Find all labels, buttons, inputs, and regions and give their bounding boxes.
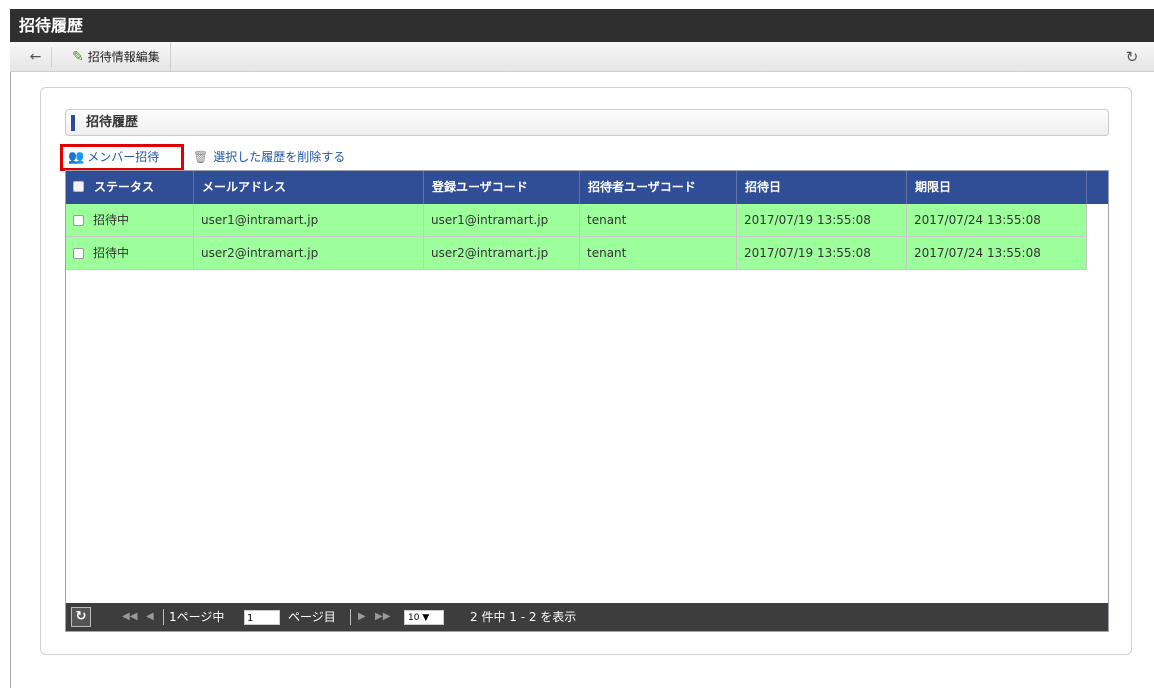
user-add-icon: 👥 <box>68 150 85 165</box>
left-border <box>10 72 11 688</box>
pager: ↻ ◀◀ ◀ 1ページ中 1 ページ目 ▶ ▶▶ 10 ▼ 2 件中 1 - 2… <box>66 603 1108 631</box>
delete-selected-label: 選択した履歴を削除する <box>213 150 346 164</box>
refresh-button[interactable]: ↻ <box>1124 47 1140 67</box>
trash-icon: 🗑 <box>193 150 209 164</box>
table-header: ステータス メールアドレス 登録ユーザコード 招待者ユーザコード 招待日 期限日 <box>66 171 1108 204</box>
first-page-icon[interactable]: ◀◀ <box>122 603 137 631</box>
invite-member-link[interactable]: 👥 メンバー招待 <box>60 144 184 171</box>
column-header-invited-date[interactable]: 招待日 <box>737 171 907 204</box>
row-checkbox[interactable] <box>73 215 84 226</box>
delete-selected-link[interactable]: 🗑 選択した履歴を削除する <box>193 144 345 171</box>
pager-divider <box>350 609 351 625</box>
cell-status: 招待中 <box>86 204 194 237</box>
cell-email: user1@intramart.jp <box>194 204 424 237</box>
cell-invited-date: 2017/07/19 13:55:08 <box>737 204 907 237</box>
arrow-left-icon: ← <box>29 49 42 65</box>
pager-refresh-button[interactable]: ↻ <box>71 607 91 627</box>
cell-status: 招待中 <box>86 237 194 270</box>
pager-divider <box>163 609 164 625</box>
section-header: 招待履歴 <box>65 109 1109 136</box>
pencil-icon: ✎ <box>72 49 84 65</box>
refresh-icon: ↻ <box>75 609 87 624</box>
row-checkbox[interactable] <box>73 248 84 259</box>
cell-expiry-date: 2017/07/24 13:55:08 <box>907 204 1087 237</box>
section-title: 招待履歴 <box>86 115 139 130</box>
column-header-status[interactable]: ステータス <box>86 171 194 204</box>
page-number-input[interactable]: 1 <box>244 610 280 625</box>
refresh-icon: ↻ <box>1125 48 1139 66</box>
cell-expiry-date: 2017/07/24 13:55:08 <box>907 237 1087 270</box>
cell-inviter: tenant <box>580 204 737 237</box>
invite-member-label: メンバー招待 <box>87 150 160 164</box>
table-row[interactable]: 招待中 user2@intramart.jp user2@intramart.j… <box>66 237 1087 270</box>
page-size-select[interactable]: 10 ▼ <box>404 610 444 625</box>
table-row[interactable]: 招待中 user1@intramart.jp user1@intramart.j… <box>66 204 1087 237</box>
select-all-checkbox[interactable] <box>73 181 84 192</box>
cell-invited-date: 2017/07/19 13:55:08 <box>737 237 907 270</box>
cell-email: user2@intramart.jp <box>194 237 424 270</box>
page-of-label: 1ページ中 <box>169 610 225 624</box>
column-header-user-code[interactable]: 登録ユーザコード <box>424 171 580 204</box>
column-header-email[interactable]: メールアドレス <box>194 171 424 204</box>
page-size-value: 10 <box>408 613 420 623</box>
edit-invite-button[interactable]: ✎ 招待情報編集 <box>66 42 171 72</box>
last-page-icon[interactable]: ▶▶ <box>375 603 390 631</box>
column-header-inviter[interactable]: 招待者ユーザコード <box>580 171 737 204</box>
prev-page-icon[interactable]: ◀ <box>146 603 154 631</box>
chevron-down-icon: ▼ <box>422 613 430 623</box>
section-accent-bar <box>71 115 75 131</box>
cell-user-code: user1@intramart.jp <box>424 204 580 237</box>
cell-user-code: user2@intramart.jp <box>424 237 580 270</box>
page-suffix-label: ページ目 <box>288 610 336 624</box>
invite-history-table: ステータス メールアドレス 登録ユーザコード 招待者ユーザコード 招待日 期限日… <box>65 170 1109 632</box>
back-button[interactable]: ← <box>20 47 52 67</box>
edit-invite-label: 招待情報編集 <box>87 50 160 64</box>
toolbar: ← ✎ 招待情報編集 ↻ <box>10 42 1154 72</box>
record-summary: 2 件中 1 - 2 を表示 <box>470 610 577 624</box>
column-header-expiry-date[interactable]: 期限日 <box>907 171 1087 204</box>
cell-inviter: tenant <box>580 237 737 270</box>
next-page-icon[interactable]: ▶ <box>358 603 366 631</box>
window-title: 招待履歴 <box>10 9 1154 42</box>
